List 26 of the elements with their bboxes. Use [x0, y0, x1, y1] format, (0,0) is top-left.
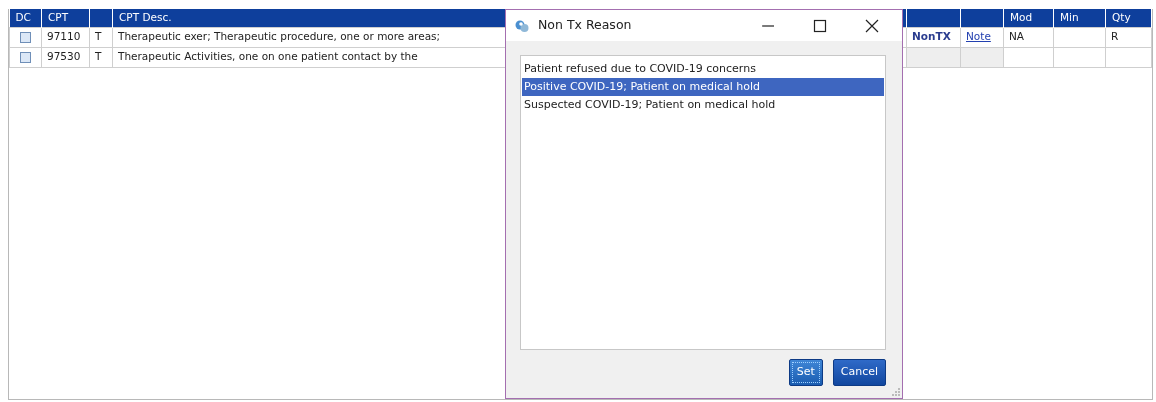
list-item[interactable]: Suspected COVID-19; Patient on medical hold — [522, 96, 884, 114]
column-header: CPT Desc. — [119, 10, 172, 23]
checkbox[interactable] — [20, 51, 31, 63]
minimize-icon — [761, 24, 775, 27]
column-header: Min — [1060, 10, 1079, 23]
column-header: Mod — [1010, 10, 1033, 23]
checkbox[interactable] — [20, 31, 31, 43]
table-cell: 97110 — [47, 30, 81, 43]
table-cell: T — [95, 50, 102, 63]
window-title: Non Tx Reason — [538, 16, 633, 35]
table-cell: R — [1111, 30, 1119, 43]
table-cell: Therapeutic exer; Therapeutic procedure, one or more areas; — [118, 30, 441, 43]
column-header: CPT — [48, 10, 69, 23]
column-header: Qty — [1112, 10, 1131, 23]
table-cell: T — [95, 30, 102, 43]
cancel-button[interactable]: Cancel — [832, 359, 886, 386]
table-cell: NA — [1009, 30, 1025, 43]
maximize-icon — [813, 18, 827, 33]
column-header: DC — [15, 10, 31, 23]
list-item[interactable]: Patient refused due to COVID-19 concerns — [522, 60, 884, 78]
resize-grip-icon — [892, 388, 900, 396]
table-cell: 97530 — [47, 50, 81, 63]
table-cell: Therapeutic Activities, one on one patient contact by the — [118, 50, 418, 63]
close-icon — [865, 18, 879, 33]
set-button[interactable]: Set — [788, 359, 823, 386]
list-item[interactable]: Positive COVID-19; Patient on medical hold — [522, 78, 884, 96]
